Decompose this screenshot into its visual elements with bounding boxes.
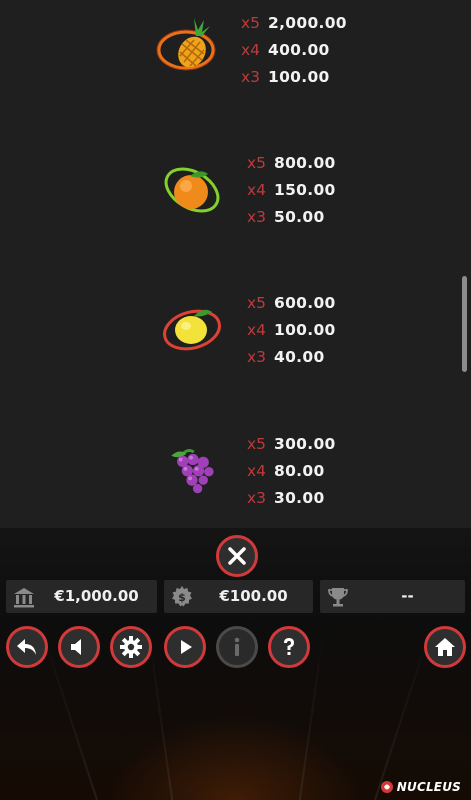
grapes-icon bbox=[171, 449, 214, 494]
nucleus-logo-icon bbox=[380, 781, 393, 793]
sound-button[interactable] bbox=[58, 626, 100, 668]
svg-text:$: $ bbox=[178, 591, 186, 604]
multiplier-label: x5 bbox=[247, 435, 267, 453]
multiplier-label: x4 bbox=[247, 321, 267, 339]
autoplay-icon bbox=[181, 640, 192, 654]
bet-value: €100.00 bbox=[219, 587, 288, 605]
multiplier-label: x3 bbox=[247, 489, 267, 507]
sound-icon bbox=[71, 639, 81, 655]
payout-amount: 2,000.00 bbox=[268, 14, 347, 32]
pay-line: x5 300.00 bbox=[247, 431, 336, 458]
nucleus-logo: NUCLEUS bbox=[380, 780, 461, 794]
multiplier-label: x5 bbox=[241, 14, 261, 32]
pay-line: x3 30.00 bbox=[247, 485, 336, 512]
pays-lemon: x5 600.00 x4 100.00 x3 40.00 bbox=[247, 290, 336, 371]
trophy-icon bbox=[328, 588, 348, 607]
settings-icon bbox=[120, 636, 142, 658]
pay-line: x3 100.00 bbox=[241, 64, 347, 91]
payout-amount: 800.00 bbox=[274, 154, 336, 172]
payout-amount: 400.00 bbox=[268, 41, 330, 59]
pay-line: x4 80.00 bbox=[247, 458, 336, 485]
pays-grapes: x5 300.00 x4 80.00 x3 30.00 bbox=[247, 431, 336, 512]
pays-pineapple: x5 2,000.00 x4 400.00 x3 100.00 bbox=[241, 10, 347, 91]
multiplier-label: x4 bbox=[247, 181, 267, 199]
multiplier-label: x4 bbox=[241, 41, 261, 59]
pay-line: x3 50.00 bbox=[247, 204, 336, 231]
multiplier-label: x3 bbox=[247, 348, 267, 366]
close-icon bbox=[228, 547, 246, 565]
multiplier-label: x5 bbox=[247, 294, 267, 312]
symbol-row-grapes: x5 300.00 x4 80.00 x3 30.00 bbox=[0, 431, 471, 528]
pay-line: x5 800.00 bbox=[247, 150, 336, 177]
payout-amount: 40.00 bbox=[274, 348, 325, 366]
pay-line: x4 150.00 bbox=[247, 177, 336, 204]
pay-line: x3 40.00 bbox=[247, 344, 336, 371]
coin-icon: $ bbox=[172, 586, 192, 607]
bet-box[interactable]: $ €100.00 bbox=[164, 580, 313, 613]
win-box: -- bbox=[320, 580, 465, 613]
pays-orange: x5 800.00 x4 150.00 x3 50.00 bbox=[247, 150, 336, 231]
payout-amount: 600.00 bbox=[274, 294, 336, 312]
pay-line: x4 400.00 bbox=[241, 37, 347, 64]
info-icon bbox=[234, 637, 240, 656]
win-value: -- bbox=[401, 587, 414, 605]
help-icon bbox=[284, 638, 294, 655]
payout-amount: 150.00 bbox=[274, 181, 336, 199]
symbol-row-lemon: x5 600.00 x4 100.00 x3 40.00 bbox=[0, 290, 471, 400]
pineapple-icon bbox=[156, 18, 216, 71]
home-icon bbox=[435, 638, 455, 656]
balance-value: €1,000.00 bbox=[54, 587, 139, 605]
close-button[interactable] bbox=[216, 535, 258, 577]
control-panel: €1,000.00 $ €100.00 -- NUCLEUS bbox=[0, 528, 471, 800]
home-button[interactable] bbox=[424, 626, 466, 668]
balance-box: €1,000.00 bbox=[6, 580, 157, 613]
scrollbar[interactable] bbox=[462, 276, 467, 372]
payout-amount: 300.00 bbox=[274, 435, 336, 453]
autoplay-button[interactable] bbox=[164, 626, 206, 668]
paytable-panel[interactable]: x5 2,000.00 x4 400.00 x3 100.00 x5 800.00 x4… bbox=[0, 0, 471, 528]
multiplier-label: x5 bbox=[247, 154, 267, 172]
pay-line: x4 100.00 bbox=[247, 317, 336, 344]
multiplier-label: x3 bbox=[247, 208, 267, 226]
info-button[interactable] bbox=[216, 626, 258, 668]
payout-amount: 80.00 bbox=[274, 462, 325, 480]
back-icon bbox=[17, 639, 36, 655]
back-button[interactable] bbox=[6, 626, 48, 668]
settings-button[interactable] bbox=[110, 626, 152, 668]
pay-line: x5 2,000.00 bbox=[241, 10, 347, 37]
payout-amount: 30.00 bbox=[274, 489, 325, 507]
light-ray bbox=[369, 624, 433, 800]
bank-icon bbox=[14, 588, 34, 608]
payout-amount: 100.00 bbox=[268, 68, 330, 86]
payout-amount: 50.00 bbox=[274, 208, 325, 226]
orange-icon bbox=[164, 167, 220, 213]
lemon-icon bbox=[163, 309, 221, 351]
multiplier-label: x3 bbox=[241, 68, 261, 86]
logo-text: NUCLEUS bbox=[396, 780, 461, 794]
help-button[interactable] bbox=[268, 626, 310, 668]
symbol-row-pineapple: x5 2,000.00 x4 400.00 x3 100.00 bbox=[0, 0, 471, 110]
symbol-row-orange: x5 800.00 x4 150.00 x3 50.00 bbox=[0, 150, 471, 260]
pay-line: x5 600.00 bbox=[247, 290, 336, 317]
payout-amount: 100.00 bbox=[274, 321, 336, 339]
multiplier-label: x4 bbox=[247, 462, 267, 480]
